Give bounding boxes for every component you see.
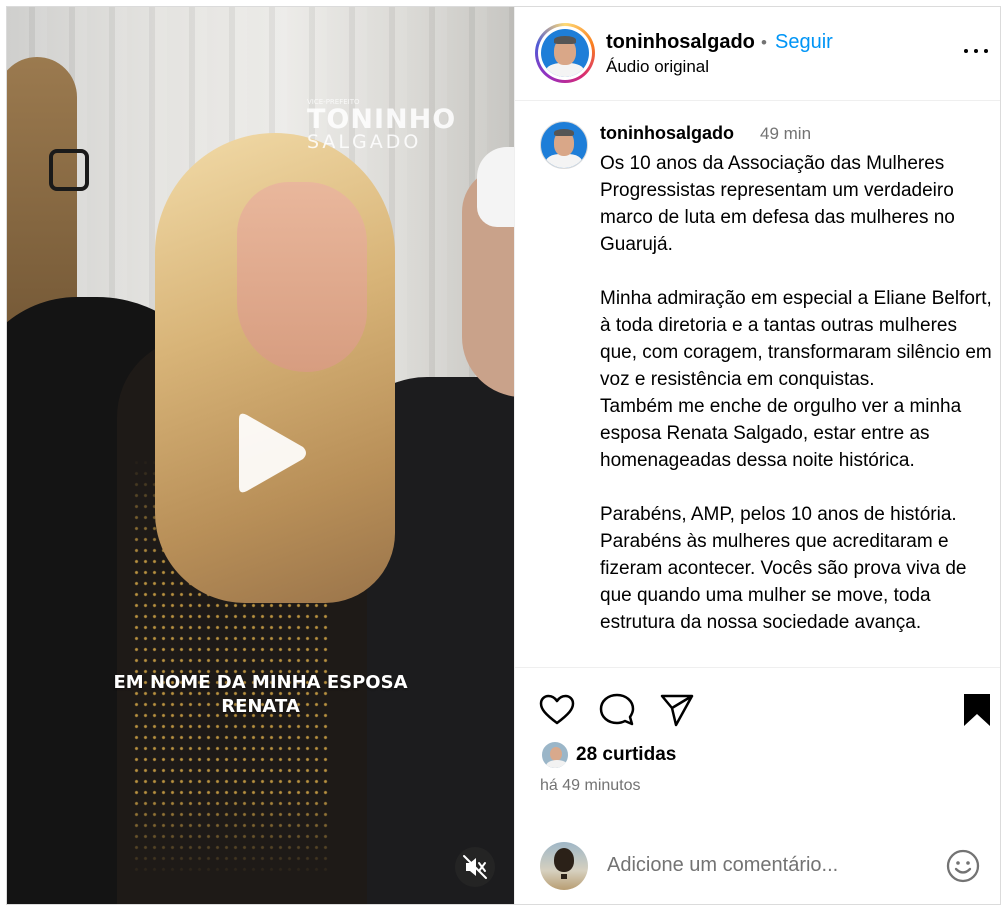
caption-username-link[interactable]: toninhosalgado — [600, 123, 734, 144]
share-icon[interactable] — [657, 690, 697, 730]
emoji-icon[interactable] — [945, 848, 981, 884]
audio-label-link[interactable]: Áudio original — [606, 57, 709, 77]
watermark-subtitle: VICE-PREFEITO — [307, 98, 360, 106]
separator-dot: • — [761, 33, 767, 52]
story-ring[interactable] — [535, 23, 595, 83]
video-figure — [49, 149, 89, 191]
likes-count[interactable]: 28 curtidas — [576, 744, 676, 766]
post-timestamp[interactable]: há 49 minutos — [540, 777, 641, 795]
video-subtitle-line2: RENATA — [221, 696, 300, 717]
video-subtitle-line1: EM NOME DA MINHA ESPOSA — [113, 672, 408, 693]
comment-icon[interactable] — [597, 690, 637, 730]
author-username-link[interactable]: toninhosalgado — [606, 31, 755, 54]
avatar[interactable] — [541, 29, 589, 77]
follow-button[interactable]: Seguir — [775, 31, 833, 54]
watermark-line1: TONINHO — [307, 104, 457, 135]
video-watermark: VICE-PREFEITO TONINHO SALGADO — [307, 99, 456, 152]
post-actions: 28 curtidas há 49 minutos — [515, 667, 1000, 904]
heart-icon[interactable] — [537, 690, 577, 730]
more-options-icon[interactable] — [961, 41, 991, 61]
video-figure — [477, 147, 514, 227]
liker-avatar[interactable] — [540, 740, 570, 770]
avatar[interactable] — [540, 121, 588, 169]
bookmark-icon[interactable] — [957, 690, 997, 730]
video-subtitle: EM NOME DA MINHA ESPOSA RENATA — [7, 671, 514, 719]
caption-text: Os 10 anos da Associação das Mulheres Pr… — [600, 153, 992, 633]
avatar — [540, 842, 588, 890]
muted-speaker-icon[interactable] — [455, 847, 495, 887]
video-figure — [237, 182, 367, 372]
video-player[interactable]: VICE-PREFEITO TONINHO SALGADO EM NOME DA… — [7, 7, 514, 904]
post-dialog: VICE-PREFEITO TONINHO SALGADO EM NOME DA… — [6, 6, 1001, 905]
watermark-line2: SALGADO — [307, 131, 422, 153]
comment-input[interactable] — [607, 850, 927, 880]
post-caption-area: toninhosalgado 49 min Os 10 anos da Asso… — [515, 101, 1000, 667]
caption-timestamp[interactable]: 49 min — [760, 124, 811, 144]
post-header: toninhosalgado • Seguir Áudio original — [515, 7, 1000, 101]
play-icon[interactable] — [217, 405, 313, 501]
add-comment-row — [515, 838, 1000, 898]
post-side-panel: toninhosalgado • Seguir Áudio original t… — [514, 7, 1000, 904]
